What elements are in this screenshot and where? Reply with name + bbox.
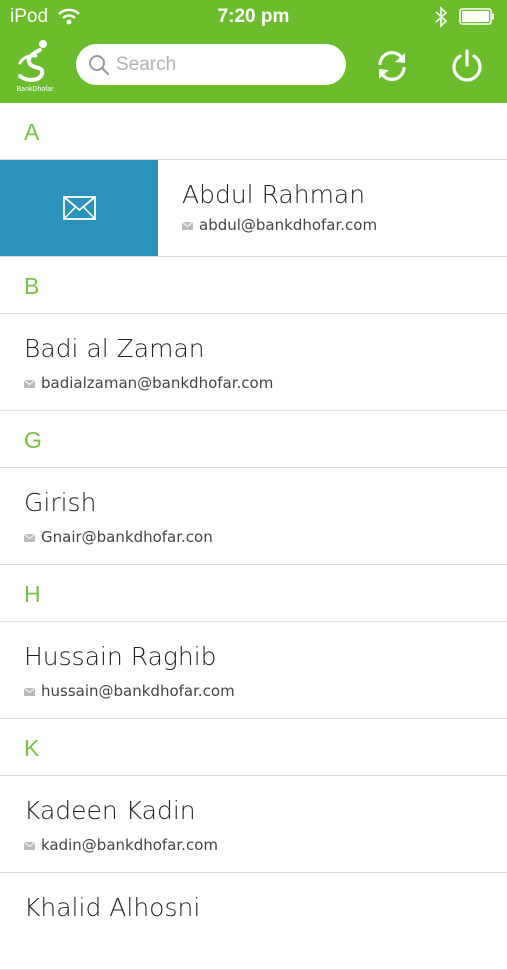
mail-icon <box>24 379 35 388</box>
mail-icon <box>24 533 35 542</box>
app-header: BankDhofar <box>0 33 507 103</box>
section-letter: B <box>24 273 40 299</box>
contact-row-abdul-rahman[interactable]: Abdul Rahman abdul@bankdhofar.com <box>0 160 507 257</box>
contact-email: Gnair@bankdhofar.con <box>24 528 213 546</box>
contact-name: Badi al Zaman <box>24 334 205 363</box>
contact-email-text: Gnair@bankdhofar.con <box>41 528 213 546</box>
status-bar: iPod 7:20 pm <box>0 0 507 33</box>
logo-text: BankDhofar <box>16 86 54 93</box>
contact-email: badialzaman@bankdhofar.com <box>24 374 273 392</box>
section-letter: H <box>24 581 41 607</box>
contact-name: Hussain Raghib <box>24 642 217 671</box>
contact-name: Kadeen Kadin <box>24 796 196 825</box>
bankdhofar-logo: BankDhofar <box>12 38 58 96</box>
contact-row-badi-al-zaman[interactable]: Badi al Zaman badialzaman@bankdhofar.com <box>0 314 507 411</box>
battery-icon <box>459 8 494 25</box>
search-field[interactable] <box>76 44 346 85</box>
contact-email: abdul@bankdhofar.com <box>182 216 377 234</box>
logout-button[interactable] <box>449 48 485 84</box>
contact-name: Abdul Rahman <box>182 180 366 209</box>
mail-icon <box>182 221 193 230</box>
contact-row-khalid-alhosni[interactable]: Khalid Alhosni <box>0 873 507 970</box>
refresh-button[interactable] <box>374 48 410 84</box>
contact-row-hussain-raghib[interactable]: Hussain Raghib hussain@bankdhofar.com <box>0 622 507 719</box>
clock: 7:20 pm <box>217 6 290 27</box>
envelope-icon <box>63 196 96 220</box>
contact-row-girish[interactable]: Girish Gnair@bankdhofar.con <box>0 468 507 565</box>
search-input[interactable] <box>116 44 336 85</box>
contact-name: Girish <box>24 488 97 517</box>
section-letter: K <box>24 735 40 761</box>
contact-email-text: kadin@bankdhofar.com <box>41 836 218 854</box>
section-header-g: G <box>0 411 507 468</box>
mail-icon <box>24 841 35 850</box>
section-header-b: B <box>0 257 507 314</box>
mail-icon <box>24 687 35 696</box>
section-letter: A <box>24 119 40 145</box>
bluetooth-icon <box>435 6 448 28</box>
contact-email-text: hussain@bankdhofar.com <box>41 682 235 700</box>
contact-email: hussain@bankdhofar.com <box>24 682 235 700</box>
email-action-button[interactable] <box>0 160 158 256</box>
section-header-h: H <box>0 565 507 622</box>
section-header-k: K <box>0 719 507 776</box>
logo-mark-icon <box>18 40 47 82</box>
section-letter: G <box>24 427 42 453</box>
contact-list: A Abdul Rahman abdul@bankdhofar.com B Ba… <box>0 103 507 970</box>
contact-email-text: badialzaman@bankdhofar.com <box>41 374 274 392</box>
contact-email-text: abdul@bankdhofar.com <box>199 216 378 234</box>
contact-email: kadin@bankdhofar.com <box>24 836 218 854</box>
search-icon <box>89 55 110 76</box>
section-header-a: A <box>0 103 507 160</box>
contact-name: Khalid Alhosni <box>24 893 201 922</box>
refresh-icon <box>378 51 406 81</box>
power-icon <box>452 49 482 82</box>
contact-row-kadeen-kadin[interactable]: Kadeen Kadin kadin@bankdhofar.com <box>0 776 507 873</box>
